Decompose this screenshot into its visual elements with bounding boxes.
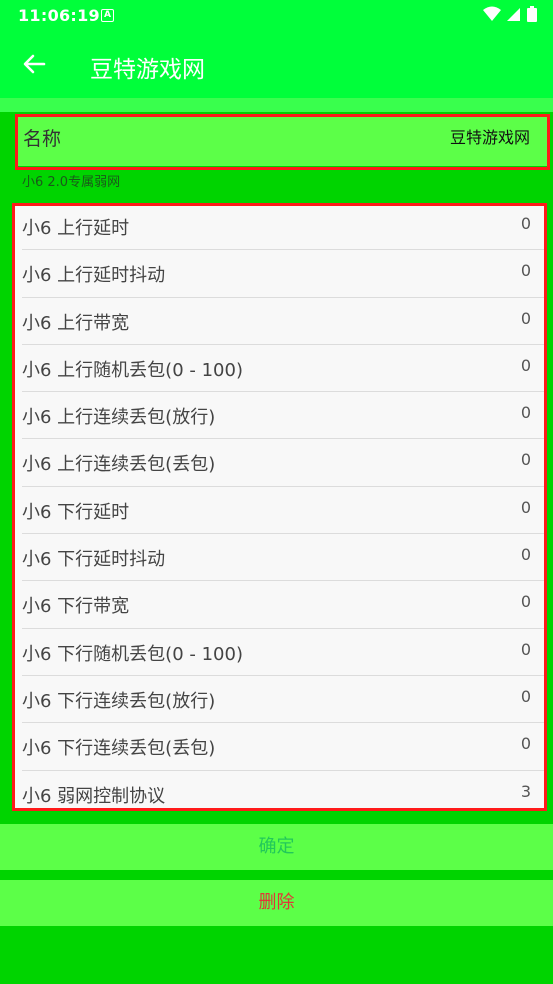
notification-badge-icon: A <box>101 9 114 22</box>
status-bar: 11:06:19 A <box>0 0 553 30</box>
list-item[interactable]: 小6 下行延时 0 <box>22 487 547 535</box>
list-item[interactable]: 小6 上行延时 0 <box>22 203 547 251</box>
list-item[interactable]: 小6 下行延时抖动 0 <box>22 534 547 582</box>
item-label: 小6 下行延时 <box>22 501 130 523</box>
item-value: 0 <box>520 403 531 423</box>
item-value: 3 <box>520 781 531 801</box>
name-row[interactable]: 名称 豆特游戏网 <box>15 114 550 166</box>
item-value: 0 <box>520 497 531 517</box>
signal-icon <box>507 8 520 21</box>
item-value: 0 <box>520 686 531 706</box>
item-label: 小6 上行连续丢包(放行) <box>22 407 216 429</box>
item-label: 小6 上行随机丢包(0 - 100) <box>22 359 243 381</box>
section-subtitle: 小6 2.0专属弱网 <box>22 175 121 190</box>
item-value: 0 <box>520 545 531 565</box>
item-label: 小6 下行带宽 <box>22 596 130 618</box>
list-item[interactable]: 小6 下行带宽 0 <box>22 581 547 629</box>
item-label: 小6 下行连续丢包(丢包) <box>22 738 216 760</box>
item-value: 0 <box>520 734 531 754</box>
list-item[interactable]: 小6 上行延时抖动 0 <box>22 250 547 298</box>
item-value: 0 <box>520 308 531 328</box>
app-bar: 豆特游戏网 <box>0 30 553 98</box>
battery-icon <box>527 6 537 22</box>
name-value: 豆特游戏网 <box>449 128 530 147</box>
item-label: 小6 上行带宽 <box>22 312 130 334</box>
name-label: 名称 <box>23 128 62 150</box>
item-label: 小6 下行连续丢包(放行) <box>22 690 216 712</box>
list-item[interactable]: 小6 上行随机丢包(0 - 100) 0 <box>22 345 547 393</box>
list-item[interactable]: 小6 下行随机丢包(0 - 100) 0 <box>22 629 547 676</box>
item-label: 小6 下行延时抖动 <box>22 549 166 571</box>
item-value: 0 <box>520 592 531 612</box>
page-title: 豆特游戏网 <box>90 57 205 83</box>
status-icons <box>483 6 537 22</box>
item-value: 0 <box>520 261 531 281</box>
list-item[interactable]: 小6 下行连续丢包(丢包) 0 <box>22 723 547 771</box>
bottom-area <box>0 926 553 984</box>
item-value: 0 <box>520 639 531 659</box>
wifi-icon <box>483 6 501 21</box>
settings-list: 小6 上行延时 0 小6 上行延时抖动 0 小6 上行带宽 0 小6 上行随机丢包(0… <box>12 203 547 810</box>
confirm-button[interactable]: 确定 <box>0 824 553 870</box>
list-item[interactable]: 小6 上行连续丢包(丢包) 0 <box>22 439 547 487</box>
list-item[interactable]: 小6 弱网控制协议 3 <box>22 771 547 810</box>
item-label: 小6 上行连续丢包(丢包) <box>22 454 216 476</box>
back-arrow-icon[interactable] <box>20 50 48 78</box>
item-value: 0 <box>520 450 531 470</box>
item-label: 小6 下行随机丢包(0 - 100) <box>22 643 243 665</box>
item-value: 0 <box>520 355 531 375</box>
status-time: 11:06:19 <box>18 6 100 25</box>
delete-button[interactable]: 删除 <box>0 880 553 926</box>
item-label: 小6 上行延时 <box>22 218 130 239</box>
item-value: 0 <box>520 214 531 233</box>
list-item[interactable]: 小6 下行连续丢包(放行) 0 <box>22 676 547 724</box>
divider <box>0 98 553 112</box>
list-item[interactable]: 小6 上行连续丢包(放行) 0 <box>22 392 547 440</box>
item-label: 小6 上行延时抖动 <box>22 265 166 287</box>
list-item[interactable]: 小6 上行带宽 0 <box>22 298 547 345</box>
item-label: 小6 弱网控制协议 <box>22 785 166 807</box>
